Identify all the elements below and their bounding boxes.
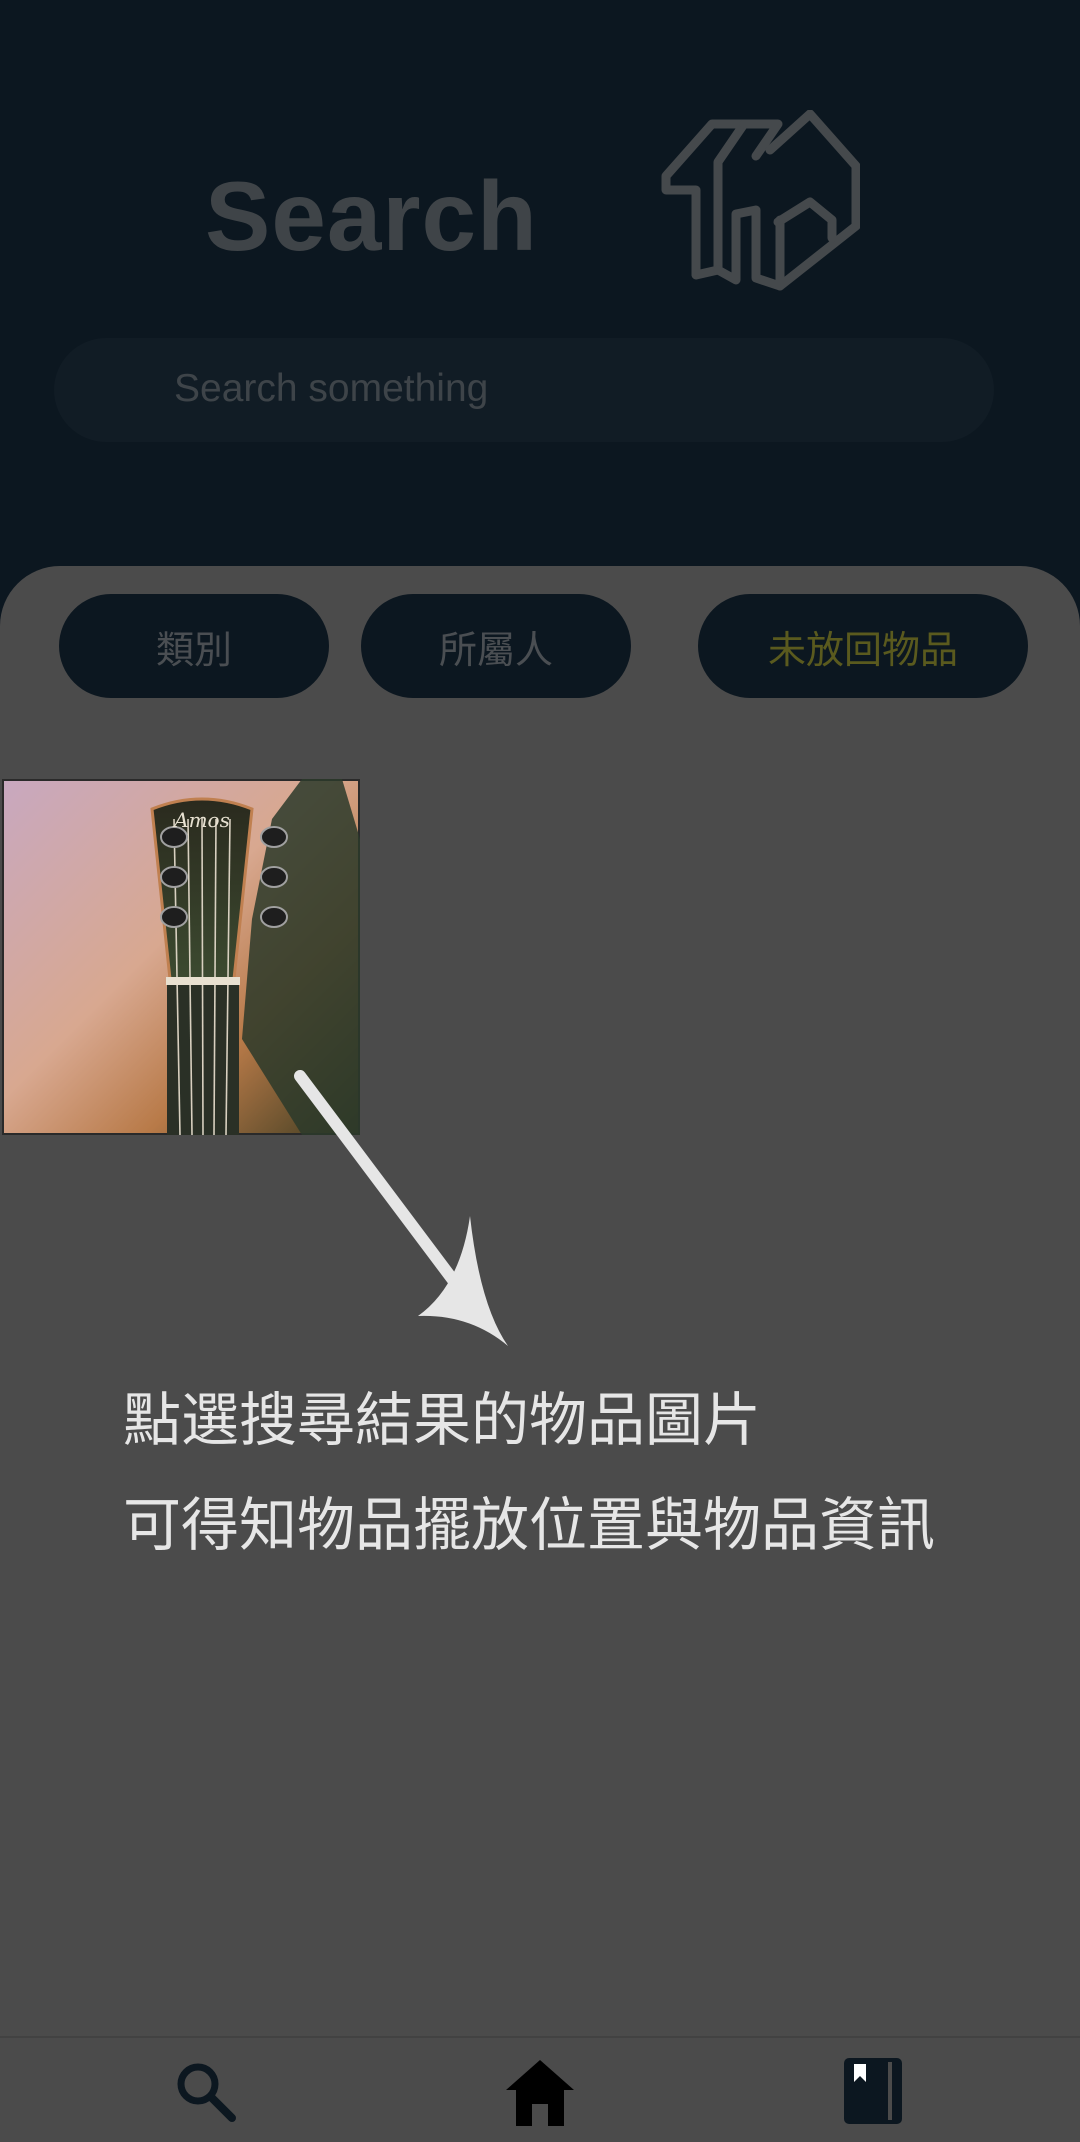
nav-search-button[interactable] (170, 2056, 242, 2128)
home-icon (506, 2060, 574, 2126)
hint-arrow-icon (294, 1070, 508, 1346)
search-placeholder: Search something (174, 367, 489, 410)
search-icon (177, 2063, 236, 2122)
book-icon (844, 2058, 902, 2124)
hint-text-line-1: 點選搜尋結果的物品圖片 (123, 1386, 762, 1454)
house-logo-icon (661, 110, 860, 291)
search-input[interactable]: Search something (54, 338, 994, 442)
header: Search Search something (0, 0, 1080, 570)
bottom-nav (0, 2036, 1080, 2142)
svg-text:Amos: Amos (172, 808, 230, 832)
filter-unreturned-button[interactable]: 未放回物品 (698, 594, 1028, 698)
nav-book-button[interactable] (838, 2056, 910, 2128)
nav-home-button[interactable] (504, 2056, 576, 2128)
hint-text-line-2: 可得知物品擺放位置與物品資訊 (123, 1491, 936, 1559)
page-title: Search (205, 161, 538, 271)
filter-category-button[interactable]: 類別 (59, 594, 329, 698)
results-panel: 類別 所屬人 未放回物品 Amos 點選搜尋結果的物品圖片 可得知物品擺放位置與… (0, 566, 1080, 2042)
filter-owner-button[interactable]: 所屬人 (361, 594, 631, 698)
